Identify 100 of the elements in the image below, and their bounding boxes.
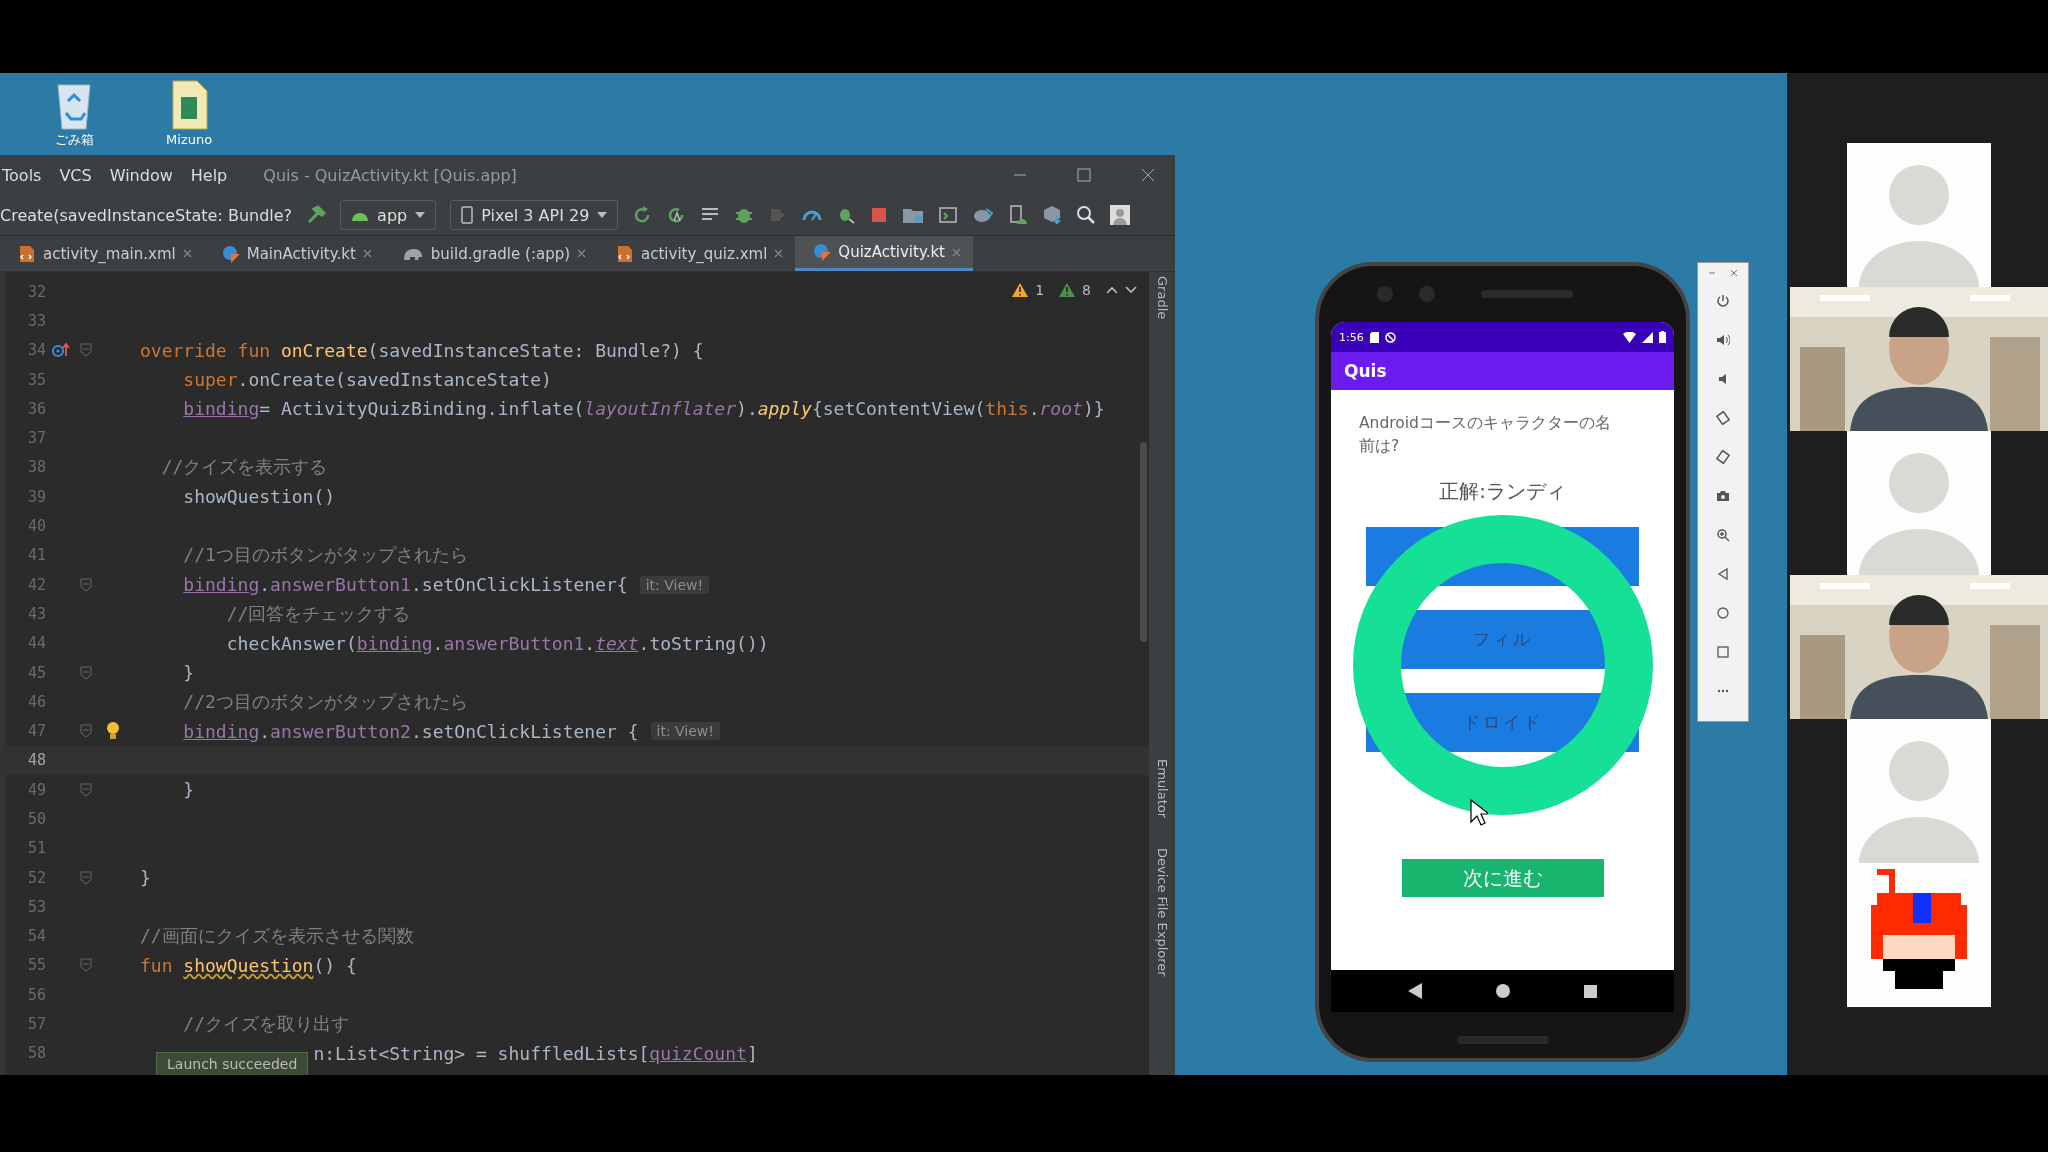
signal-icon <box>1642 331 1653 343</box>
warning-icon[interactable] <box>1012 283 1029 297</box>
editor-tab[interactable]: activity_main.xml <box>0 236 204 271</box>
zoom-icon[interactable] <box>1716 528 1730 542</box>
code-line: //回答をチェックする <box>226 601 411 626</box>
inlay-hint: it: View! <box>650 722 720 741</box>
close-icon[interactable] <box>952 247 961 257</box>
tool-window-tab[interactable]: Emulator <box>1154 759 1170 819</box>
close-icon[interactable] <box>182 249 192 258</box>
menu-item[interactable]: Tools <box>2 165 42 185</box>
override-marker-icon[interactable] <box>52 342 70 359</box>
line-number: 51 <box>26 839 46 858</box>
code-line: //クイズを取り出す <box>183 1012 350 1037</box>
code-line: super.onCreate(savedInstanceState) <box>183 369 552 391</box>
code-line: } <box>183 662 195 683</box>
code-line: override fun onCreate(savedInstanceState: Bundle?) { <box>140 339 704 361</box>
lightbulb-icon[interactable] <box>106 721 120 742</box>
back-icon[interactable] <box>1408 983 1422 999</box>
line-number: 54 <box>26 927 46 946</box>
menu-item[interactable]: Help <box>190 165 228 185</box>
chevron-up-icon[interactable] <box>1106 286 1118 294</box>
kotlin-class-icon <box>221 244 240 263</box>
fold-marker-icon[interactable] <box>80 782 92 797</box>
search-icon[interactable] <box>1076 205 1097 225</box>
volume-up-icon[interactable] <box>1716 333 1730 347</box>
maximize-icon[interactable] <box>1077 168 1091 182</box>
window-title: Quis - QuizActivity.kt [Quis.app] <box>263 165 517 185</box>
close-icon[interactable] <box>577 249 587 258</box>
fold-marker-icon[interactable] <box>80 724 92 739</box>
weak-warning-icon[interactable] <box>1059 283 1076 297</box>
editor-tab[interactable]: build.gradle (:app) <box>383 236 599 271</box>
inlay-hint: it: View! <box>639 575 710 594</box>
line-number: 50 <box>26 810 46 828</box>
code-line: checkAnswer(binding.answerButton1.text.toString()) <box>226 632 769 654</box>
fold-marker-icon[interactable] <box>80 343 92 358</box>
run-config-dropdown[interactable]: app <box>340 200 437 230</box>
caret-icon <box>415 212 426 218</box>
home-icon[interactable] <box>1716 606 1730 620</box>
chevron-down-icon[interactable] <box>1125 286 1137 294</box>
warning-count[interactable]: 1 <box>1035 282 1045 298</box>
question-text: Androidコースのキャラクターの名前は? <box>1359 413 1612 457</box>
fold-marker-icon[interactable] <box>80 870 92 885</box>
hammer-icon[interactable] <box>306 205 327 225</box>
camera-icon[interactable] <box>1716 489 1730 503</box>
kotlin-class-icon <box>813 243 832 261</box>
phone-icon <box>461 206 474 224</box>
mouse-cursor-icon <box>1470 799 1488 827</box>
line-number: 33 <box>26 311 46 330</box>
close-icon[interactable] <box>362 249 372 258</box>
tool-window-tab[interactable]: Device File Explorer <box>1154 848 1170 977</box>
editor-tab[interactable]: QuizActivity.kt <box>795 236 973 271</box>
code-line: //1つ目のボタンがタップされたら <box>183 543 468 568</box>
line-number: 39 <box>26 487 46 506</box>
line-number: 55 <box>26 956 46 975</box>
code-line: binding.answerButton2.setOnClickListener { <box>183 720 639 742</box>
code-line: binding.answerButton1.setOnClickListener{ <box>183 574 628 596</box>
line-number: 46 <box>26 692 46 711</box>
editor-tab[interactable]: MainActivity.kt <box>203 236 384 271</box>
desktop-icon-label[interactable]: ごみ箱 <box>54 132 94 147</box>
desktop-icon-label[interactable]: Mizuno <box>166 132 213 147</box>
line-number: 53 <box>26 897 46 916</box>
close-icon[interactable] <box>774 249 784 258</box>
line-number: 32 <box>26 282 46 301</box>
caret-icon <box>597 212 608 218</box>
power-icon[interactable] <box>1716 294 1730 308</box>
close-icon[interactable] <box>1730 269 1738 277</box>
line-number: 35 <box>26 370 46 389</box>
tool-window-tab[interactable]: Gradle <box>1154 276 1170 320</box>
device-dropdown[interactable]: Pixel 3 API 29 <box>450 200 619 230</box>
sd-card-icon <box>1369 331 1379 343</box>
status-time: 1:56 <box>1339 330 1364 344</box>
fold-marker-icon[interactable] <box>80 958 92 973</box>
scrollbar-thumb[interactable] <box>1140 442 1147 642</box>
line-number: 56 <box>26 985 46 1004</box>
overview-icon[interactable] <box>1584 984 1597 998</box>
rotate-left-icon[interactable] <box>1716 411 1730 425</box>
fold-marker-icon[interactable] <box>80 665 92 680</box>
stop-icon[interactable] <box>870 206 889 224</box>
line-number: 47 <box>26 722 46 741</box>
user-icon[interactable] <box>1110 205 1131 225</box>
terminal-icon[interactable] <box>938 205 959 225</box>
line-number: 45 <box>26 663 46 682</box>
editor-tab[interactable]: activity_quiz.xml <box>598 236 796 271</box>
weak-warning-count[interactable]: 8 <box>1082 282 1091 298</box>
back-icon[interactable] <box>1716 567 1730 581</box>
home-icon[interactable] <box>1496 984 1510 998</box>
line-number: 57 <box>26 1015 46 1034</box>
code-line: //2つ目のボタンがタップされたら <box>183 689 468 714</box>
line-number: 52 <box>26 868 46 887</box>
fold-marker-icon[interactable] <box>80 577 92 592</box>
breadcrumb[interactable]: Create(savedInstanceState: Bundle? <box>0 205 293 225</box>
menu-item[interactable]: VCS <box>59 165 92 185</box>
close-icon[interactable] <box>1141 168 1155 182</box>
line-number: 49 <box>26 780 46 799</box>
rotate-right-icon[interactable] <box>1716 450 1730 464</box>
code-line: fun showQuestion() { <box>140 954 357 976</box>
line-number: 40 <box>26 517 46 535</box>
document-icon[interactable] <box>169 79 210 131</box>
blocked-icon <box>1384 331 1396 343</box>
menu-item[interactable]: Window <box>109 165 173 185</box>
